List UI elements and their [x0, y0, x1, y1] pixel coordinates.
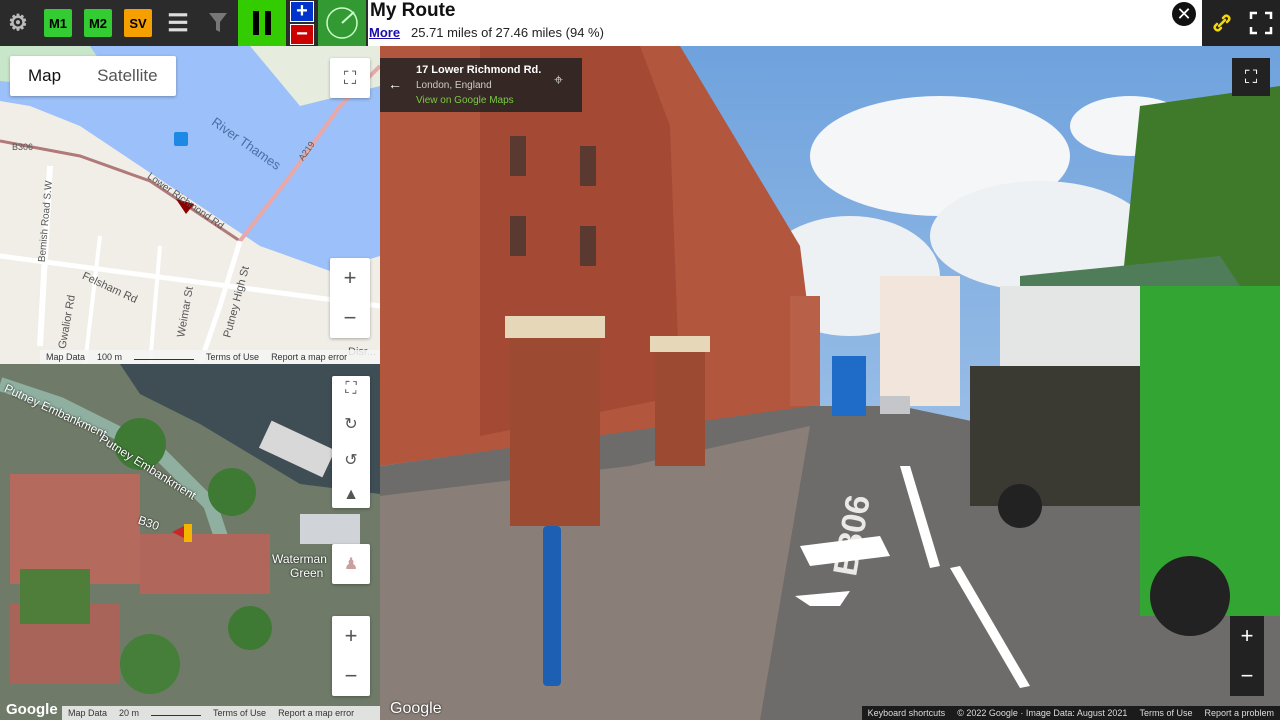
fullscreen-icon: [1249, 11, 1273, 35]
settings-gear-icon[interactable]: ⚙: [4, 9, 32, 37]
more-link[interactable]: More: [369, 25, 400, 40]
road-map-footer: Map Data 100 m Terms of Use Report a map…: [40, 350, 380, 364]
link-icon: [1213, 14, 1231, 32]
map-scale: 100 m: [97, 352, 123, 362]
sat-fullscreen-icon[interactable]: ⛶: [345, 380, 356, 398]
street-view-canvas: [380, 46, 1280, 720]
route-header: My Route More 25.71 miles of 27.46 miles…: [368, 0, 1280, 46]
address-title: 17 Lower Richmond Rd.: [416, 64, 542, 76]
address-box: ← 17 Lower Richmond Rd. London, England …: [380, 58, 582, 112]
green-label: Green: [290, 566, 324, 580]
road-map[interactable]: Map Satellite ⛶ River Thames B306 Lower …: [0, 46, 380, 364]
sat-rotate-control: ⛶ ↻ ↺ ▲: [332, 376, 370, 508]
sv-google-logo: Google: [390, 700, 442, 717]
waterman-label: Waterman: [272, 552, 327, 566]
pause-button[interactable]: [238, 0, 286, 46]
close-icon[interactable]: ✕: [1172, 2, 1196, 26]
route-title: My Route: [370, 0, 456, 21]
sv-copyright: © 2022 Google · Image Data: August 2021: [957, 708, 1128, 718]
menu-icon[interactable]: ☰: [164, 9, 192, 37]
back-arrow-icon[interactable]: ←: [388, 76, 402, 92]
sat-report-link[interactable]: Report a map error: [278, 708, 354, 718]
map-fullscreen-icon[interactable]: ⛶: [330, 58, 370, 98]
fullscreen-button[interactable]: [1242, 0, 1280, 46]
sv-zoom-control: + −: [1230, 616, 1264, 696]
zoom-in-button[interactable]: +: [290, 0, 314, 22]
map-data-label: Map Data: [46, 352, 86, 362]
toolbar: ⚙ M1 M2 SV ☰ + −: [0, 0, 368, 46]
view-on-google-maps-link[interactable]: View on Google Maps: [416, 95, 514, 106]
street-view[interactable]: ← 17 Lower Richmond Rd. London, England …: [380, 46, 1280, 720]
pause-icon: [253, 11, 271, 35]
link-button[interactable]: [1202, 0, 1242, 46]
sat-zoom-in-button[interactable]: +: [345, 623, 358, 649]
tab-map[interactable]: Map: [10, 56, 79, 96]
scale-bar: [134, 355, 195, 360]
sv-button[interactable]: SV: [124, 9, 152, 37]
sat-zoom-out-button[interactable]: −: [345, 663, 358, 689]
compass-button[interactable]: [318, 0, 366, 46]
sv-report-link[interactable]: Report a problem: [1204, 708, 1274, 718]
address-subtitle: London, England: [416, 80, 492, 91]
pegman-icon[interactable]: ♟: [332, 544, 370, 584]
sat-terms-link[interactable]: Terms of Use: [213, 708, 266, 718]
map-type-toggle: Map Satellite: [10, 56, 176, 96]
street-view-footer: Keyboard shortcuts © 2022 Google · Image…: [861, 706, 1280, 720]
sat-scale-bar: [151, 711, 202, 716]
map-terms-link[interactable]: Terms of Use: [206, 352, 259, 362]
map-zoom-in-button[interactable]: +: [344, 265, 357, 291]
map-report-link[interactable]: Report a map error: [271, 352, 347, 362]
satellite-map[interactable]: Putney Embankment Putney Embankment B30 …: [0, 364, 380, 720]
m2-button[interactable]: M2: [84, 9, 112, 37]
tab-satellite[interactable]: Satellite: [79, 56, 175, 96]
filter-icon[interactable]: [204, 9, 232, 37]
sv-zoom-out-button[interactable]: −: [1241, 663, 1254, 689]
map-zoom-control: + −: [330, 258, 370, 338]
tilt-icon[interactable]: ▲: [343, 486, 359, 504]
location-pin-icon: ⌖: [554, 72, 564, 89]
route-progress: 25.71 miles of 27.46 miles (94 %): [411, 25, 604, 40]
sv-zoom-in-button[interactable]: +: [1241, 623, 1254, 649]
rotate-cw-icon[interactable]: ↻: [344, 414, 357, 434]
compass-icon: [326, 7, 358, 39]
b306-label: B306: [12, 142, 34, 152]
sat-map-scale: 20 m: [119, 708, 140, 718]
zoom-out-button[interactable]: −: [290, 23, 314, 45]
m1-button[interactable]: M1: [44, 9, 72, 37]
sv-terms-link[interactable]: Terms of Use: [1139, 708, 1192, 718]
keyboard-shortcuts-link[interactable]: Keyboard shortcuts: [868, 708, 946, 718]
sat-zoom-control: + −: [332, 616, 370, 696]
map-zoom-out-button[interactable]: −: [344, 305, 357, 331]
sv-fullscreen-icon[interactable]: ⛶: [1232, 58, 1270, 96]
satellite-footer: Map Data 20 m Terms of Use Report a map …: [62, 706, 380, 720]
sat-map-data-label: Map Data: [68, 708, 108, 718]
rotate-ccw-icon[interactable]: ↺: [344, 450, 357, 470]
sat-google-logo: Google: [6, 701, 58, 718]
